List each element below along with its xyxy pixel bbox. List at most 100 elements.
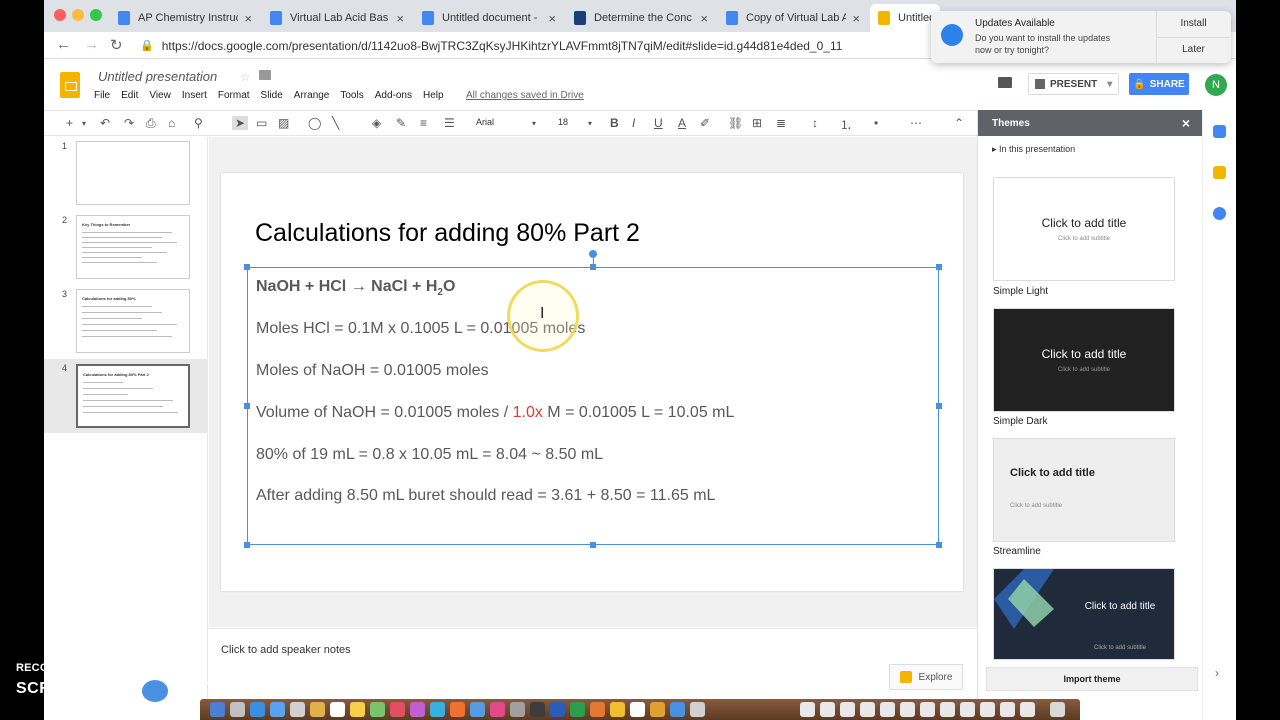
tasks-icon[interactable]: [1213, 207, 1226, 220]
avatar[interactable]: N: [1205, 74, 1227, 96]
border-weight-icon[interactable]: ≡: [420, 116, 427, 130]
link-icon[interactable]: ⛓: [728, 116, 743, 130]
minimize-window-button[interactable]: [72, 9, 84, 21]
in-presentation-section[interactable]: ▸ In this presentation: [992, 144, 1075, 155]
menu-format[interactable]: Format: [218, 90, 250, 101]
resize-handle[interactable]: [936, 403, 942, 409]
folder-icon[interactable]: [860, 702, 875, 717]
text-box-icon[interactable]: ▭: [256, 116, 267, 130]
reload-icon[interactable]: ↻: [110, 36, 123, 54]
menu-file[interactable]: File: [94, 90, 110, 101]
calendar-icon[interactable]: [1213, 125, 1226, 138]
keep-icon[interactable]: [1213, 166, 1226, 179]
folder-icon[interactable]: [820, 702, 835, 717]
calendar-icon[interactable]: [330, 702, 345, 717]
trash-icon[interactable]: [1050, 702, 1065, 717]
app-icon[interactable]: [450, 702, 465, 717]
theme-card-focus[interactable]: Click to add title Click to add subtitle: [993, 568, 1175, 660]
folder-icon[interactable]: [960, 702, 975, 717]
present-button[interactable]: PRESENT ▾: [1028, 73, 1120, 95]
line-spacing-icon[interactable]: ↕: [812, 116, 818, 130]
close-window-button[interactable]: [54, 9, 66, 21]
fill-color-icon[interactable]: ◈: [372, 116, 381, 130]
slide-title[interactable]: Calculations for adding 80% Part 2: [255, 219, 640, 248]
menu-slide[interactable]: Slide: [261, 90, 283, 101]
app-icon[interactable]: [310, 702, 325, 717]
app-icon[interactable]: [470, 702, 485, 717]
save-status[interactable]: All changes saved in Drive: [466, 90, 584, 101]
app-icon[interactable]: [370, 702, 385, 717]
app-icon[interactable]: [610, 702, 625, 717]
browser-tab[interactable]: Copy of Virtual Lab A ×: [718, 4, 868, 32]
forward-arrow-icon[interactable]: →: [84, 36, 99, 53]
bulleted-list-icon[interactable]: •: [874, 116, 878, 130]
slides-logo-icon[interactable]: [60, 72, 80, 98]
browser-tab[interactable]: Untitled document - ×: [414, 4, 564, 32]
comment-add-icon[interactable]: ⊞: [752, 116, 762, 130]
slide-thumbnail[interactable]: 3 Calculations for adding 80%: [44, 285, 208, 355]
menu-addons[interactable]: Add-ons: [375, 90, 412, 101]
app-icon[interactable]: [350, 702, 365, 717]
border-color-icon[interactable]: ✎: [396, 116, 406, 130]
finder-icon[interactable]: [210, 702, 225, 717]
menu-arrange[interactable]: Arrange: [294, 90, 330, 101]
word-icon[interactable]: [550, 702, 565, 717]
font-select[interactable]: Arial: [476, 117, 494, 127]
theme-card-streamline[interactable]: Click to add title Click to add subtitle: [993, 438, 1175, 542]
folder-icon[interactable]: [920, 702, 935, 717]
print-icon[interactable]: ⎙: [146, 116, 156, 131]
app-icon[interactable]: [510, 702, 525, 717]
menu-help[interactable]: Help: [423, 90, 444, 101]
app-icon[interactable]: [250, 702, 265, 717]
border-dash-icon[interactable]: ☰: [444, 116, 455, 130]
slide[interactable]: Calculations for adding 80% Part 2 NaOH …: [221, 173, 963, 591]
resize-handle[interactable]: [244, 542, 250, 548]
folder-icon[interactable]: [840, 702, 855, 717]
font-size-select[interactable]: 18: [558, 117, 568, 127]
maximize-window-button[interactable]: [90, 9, 102, 21]
browser-tab-active[interactable]: Untitled: [870, 4, 940, 32]
app-icon[interactable]: [490, 702, 505, 717]
select-arrow-icon[interactable]: ➤: [232, 116, 249, 130]
resize-handle[interactable]: [590, 264, 596, 270]
app-icon[interactable]: [670, 702, 685, 717]
app-icon[interactable]: [270, 702, 285, 717]
app-icon[interactable]: [430, 702, 445, 717]
shape-icon[interactable]: ◯: [308, 116, 321, 130]
undo-icon[interactable]: ↶: [100, 116, 110, 130]
excel-icon[interactable]: [570, 702, 585, 717]
close-icon[interactable]: ×: [1182, 115, 1190, 131]
text-color-icon[interactable]: A: [678, 116, 686, 130]
resize-handle[interactable]: [936, 542, 942, 548]
folder-icon[interactable]: [940, 702, 955, 717]
italic-icon[interactable]: I: [632, 116, 635, 130]
numbered-list-icon[interactable]: ⒈: [840, 116, 852, 133]
app-icon[interactable]: [390, 702, 405, 717]
back-arrow-icon[interactable]: ←: [56, 36, 71, 53]
more-icon[interactable]: ⋯: [910, 116, 922, 130]
body-text-box[interactable]: NaOH + HCl → NaCl + H2O Moles HCl = 0.1M…: [244, 250, 942, 548]
browser-tab[interactable]: Virtual Lab Acid Bas ×: [262, 4, 412, 32]
import-theme-button[interactable]: Import theme: [986, 667, 1198, 691]
folder-icon[interactable]: [1000, 702, 1015, 717]
comments-icon[interactable]: [998, 77, 1012, 88]
paint-format-icon[interactable]: ⌂: [168, 116, 175, 130]
chevron-down-icon[interactable]: ▾: [532, 119, 536, 128]
app-icon[interactable]: [590, 702, 605, 717]
image-icon[interactable]: ▨: [278, 116, 289, 130]
later-button[interactable]: Later: [1156, 44, 1231, 55]
close-tab-icon[interactable]: ×: [852, 11, 860, 26]
resize-handle[interactable]: [590, 542, 596, 548]
menu-edit[interactable]: Edit: [121, 90, 138, 101]
theme-card-simple-dark[interactable]: Click to add title Click to add subtitle: [993, 308, 1175, 412]
slide-thumbnail[interactable]: 2 Key Things to Remember: [44, 211, 208, 281]
resize-handle[interactable]: [244, 403, 250, 409]
slide-thumbnail-selected[interactable]: 4 Calculations for adding 80% Part 2: [44, 359, 208, 433]
app-icon[interactable]: [530, 702, 545, 717]
rotate-handle[interactable]: [589, 250, 597, 258]
menu-tools[interactable]: Tools: [340, 90, 363, 101]
folder-icon[interactable]: [1020, 702, 1035, 717]
share-button[interactable]: 🔒 SHARE: [1129, 73, 1189, 95]
explore-button[interactable]: Explore: [889, 664, 963, 690]
browser-tab[interactable]: Determine the Conc ×: [566, 4, 716, 32]
